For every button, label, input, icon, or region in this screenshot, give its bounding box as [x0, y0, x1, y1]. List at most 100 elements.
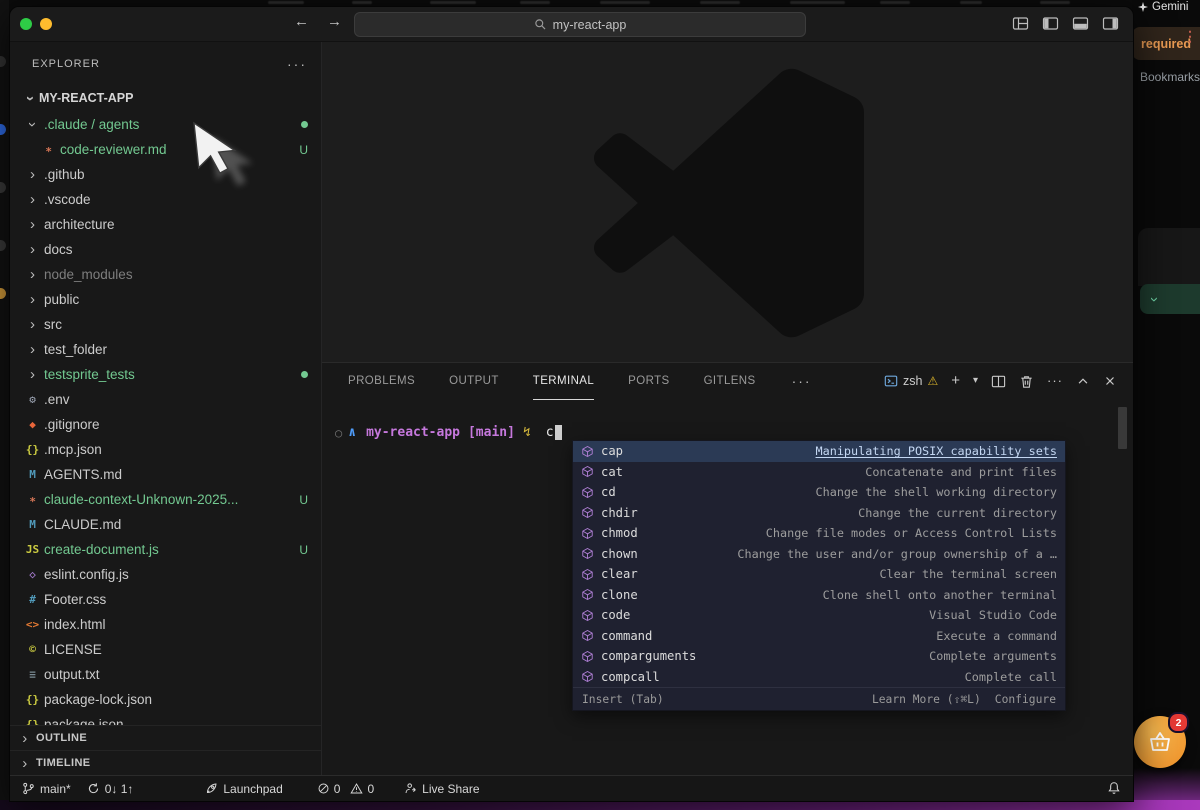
background-dropdown-button[interactable]: › [1140, 284, 1200, 314]
favicon-dot [0, 240, 6, 251]
terminal-cursor [554, 425, 562, 440]
sidebar-section-outline[interactable]: › OUTLINE [10, 725, 321, 750]
tree-item-github[interactable]: › .github [10, 162, 321, 187]
suggest-name: comparguments [601, 649, 697, 664]
json-icon: {} [25, 693, 40, 706]
suggest-item-cat[interactable]: cat Concatenate and print files [573, 462, 1065, 483]
terminal-dropdown-icon[interactable]: ▾ [973, 376, 978, 386]
sync-item[interactable]: 0↓ 1↑ [87, 782, 133, 796]
tree-item-license[interactable]: © LICENSE [10, 637, 321, 662]
split-terminal-icon[interactable] [991, 374, 1006, 389]
suggest-name: cd [601, 485, 616, 500]
suggest-item-comparguments[interactable]: comparguments Complete arguments [573, 646, 1065, 667]
tree-item-src[interactable]: › src [10, 312, 321, 337]
configure-link[interactable]: Configure [995, 693, 1056, 706]
maximize-panel-icon[interactable] [1076, 374, 1090, 388]
tree-item-footer-css[interactable]: # Footer.css [10, 587, 321, 612]
tree-item-index-html[interactable]: <> index.html [10, 612, 321, 637]
launchpad-item[interactable]: Launchpad [205, 782, 283, 796]
more-actions-icon[interactable]: ··· [287, 56, 307, 72]
toggle-sidebar-icon[interactable] [1042, 15, 1059, 32]
tree-item-env[interactable]: ⚙ .env [10, 387, 321, 412]
command-symbol-icon [582, 466, 593, 478]
favicon-dot [0, 182, 6, 193]
section-label: TIMELINE [36, 757, 91, 769]
panel-tab-gitlens[interactable]: GITLENS [704, 363, 756, 400]
tree-item-gitignore[interactable]: ◆ .gitignore [10, 412, 321, 437]
panel-more-actions-icon[interactable]: ··· [1047, 374, 1063, 387]
tree-item-node-modules[interactable]: › node_modules [10, 262, 321, 287]
panel-tabs-more-icon[interactable]: ··· [792, 373, 812, 389]
command-center-search[interactable]: my-react-app [354, 12, 806, 37]
tree-root[interactable]: › MY-REACT-APP [10, 86, 321, 110]
suggest-item-command[interactable]: command Execute a command [573, 626, 1065, 647]
tree-item-public[interactable]: › public [10, 287, 321, 312]
learn-more-link[interactable]: Learn More (⇧⌘L) [872, 693, 981, 706]
suggest-item-compcall[interactable]: compcall Complete call [573, 667, 1065, 688]
tree-item-claude-agents[interactable]: › .claude / agents [10, 112, 321, 137]
toggle-panel-icon[interactable] [1072, 15, 1089, 32]
tree-item-package-lock-json[interactable]: {} package-lock.json [10, 687, 321, 712]
tree-item-claude-context-unknown-2025[interactable]: ∗ claude-context-Unknown-2025... U [10, 487, 321, 512]
errors-count: 0 [333, 781, 341, 796]
terminal-scrollbar[interactable] [1118, 407, 1127, 449]
suggest-item-chown[interactable]: chown Change the user and/or group owners… [573, 544, 1065, 565]
file-label: test_folder [44, 342, 108, 357]
tree-item-agents-md[interactable]: M AGENTS.md [10, 462, 321, 487]
new-terminal-icon[interactable]: + [951, 373, 960, 388]
errors-icon [318, 783, 329, 794]
tree-item-test-folder[interactable]: › test_folder [10, 337, 321, 362]
branch-item[interactable]: main* [22, 782, 71, 796]
tree-item-docs[interactable]: › docs [10, 237, 321, 262]
file-label: Footer.css [44, 592, 107, 607]
traffic-light-yellow[interactable] [40, 18, 52, 30]
traffic-light-green[interactable] [20, 18, 32, 30]
suggest-item-chdir[interactable]: chdir Change the current directory [573, 503, 1065, 524]
back-arrow-icon[interactable]: ← [294, 13, 309, 30]
tree-item-vscode[interactable]: › .vscode [10, 187, 321, 212]
terminal-viewport[interactable]: ○ ∧ my-react-app [main] ↯ c cap Manipulat… [322, 399, 1133, 775]
root-label: MY-REACT-APP [39, 91, 134, 105]
problems-item[interactable]: 0 0 [317, 782, 374, 796]
required-toast[interactable]: required ⋮ [1132, 27, 1200, 60]
terminal-instance-item[interactable]: zsh ⚠ [884, 374, 938, 388]
kill-terminal-trash-icon[interactable] [1019, 374, 1034, 389]
notifications-bell-icon[interactable] [1107, 781, 1121, 795]
tree-item-mcp-json[interactable]: {} .mcp.json [10, 437, 321, 462]
tree-item-architecture[interactable]: › architecture [10, 212, 321, 237]
toggle-secondary-sidebar-icon[interactable] [1102, 15, 1119, 32]
close-panel-icon[interactable] [1103, 374, 1117, 388]
markdown-icon: M [29, 518, 36, 531]
tree-item-create-document-js[interactable]: JS create-document.js U [10, 537, 321, 562]
forward-arrow-icon[interactable]: → [327, 13, 342, 30]
prompt-branch: [main] [467, 425, 515, 440]
suggest-name: clone [601, 587, 638, 602]
tree-item-eslint-config-js[interactable]: ◇ eslint.config.js [10, 562, 321, 587]
license-icon: © [29, 643, 36, 656]
file-label: public [44, 292, 80, 307]
customize-layout-icon[interactable] [1012, 15, 1029, 32]
suggest-item-cap[interactable]: cap Manipulating POSIX capability sets [573, 441, 1065, 462]
file-label: architecture [44, 217, 115, 232]
panel-tab-terminal[interactable]: TERMINAL [532, 363, 595, 400]
status-bar: main* 0↓ 1↑ Launchpad 0 0 Live Share [10, 775, 1133, 801]
cart-fab-button[interactable]: 2 [1134, 712, 1189, 768]
suggest-item-code[interactable]: code Visual Studio Code [573, 605, 1065, 626]
sidebar-section-timeline[interactable]: › TIMELINE [10, 750, 321, 775]
tree-item-testsprite-tests[interactable]: › testsprite_tests [10, 362, 321, 387]
tree-item-code-reviewer-md[interactable]: ∗ code-reviewer.md U [10, 137, 321, 162]
gear-icon: ⚙ [29, 393, 36, 406]
tree-item-output-txt[interactable]: ≡ output.txt [10, 662, 321, 687]
panel-tab-problems[interactable]: PROBLEMS [348, 363, 415, 400]
panel-tab-output[interactable]: OUTPUT [449, 363, 499, 400]
suggest-item-chmod[interactable]: chmod Change file modes or Access Control… [573, 523, 1065, 544]
favicon-dot [0, 56, 6, 67]
history-nav: ← → [294, 13, 342, 30]
live-share-item[interactable]: Live Share [404, 782, 480, 796]
suggest-item-cd[interactable]: cd Change the shell working directory [573, 482, 1065, 503]
kebab-menu-icon[interactable]: ⋮ [1183, 29, 1197, 43]
panel-tab-ports[interactable]: PORTS [628, 363, 669, 400]
tree-item-claude-md[interactable]: M CLAUDE.md [10, 512, 321, 537]
suggest-item-clear[interactable]: clear Clear the terminal screen [573, 564, 1065, 585]
suggest-item-clone[interactable]: clone Clone shell onto another terminal [573, 585, 1065, 606]
